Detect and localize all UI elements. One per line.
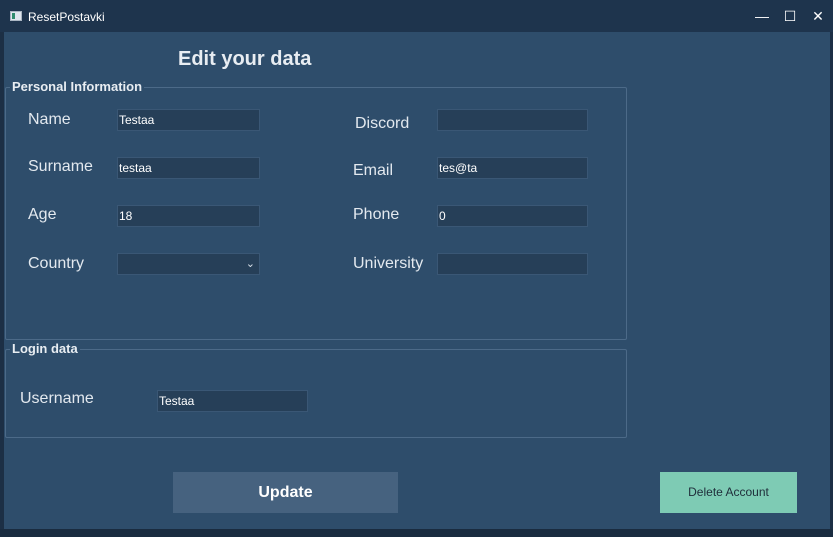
name-input[interactable]: Testaa [117, 109, 260, 131]
update-button[interactable]: Update [173, 472, 398, 513]
username-label: Username [20, 390, 94, 407]
minimize-button[interactable]: — [750, 6, 774, 26]
discord-input[interactable] [437, 109, 588, 131]
maximize-button[interactable]: ☐ [778, 6, 802, 26]
name-label: Name [28, 111, 71, 128]
title-bar: ResetPostavki — ☐ ✕ [0, 0, 833, 32]
page-title: Edit your data [178, 48, 312, 70]
university-label: University [353, 255, 424, 272]
country-label: Country [28, 255, 85, 272]
discord-label: Discord [355, 115, 410, 132]
surname-label: Surname [28, 158, 93, 175]
chevron-down-icon: ⌄ [245, 258, 255, 270]
surname-input[interactable]: testaa [117, 157, 260, 179]
background-strip [0, 529, 833, 537]
login-data-title: Login data [10, 341, 80, 356]
delete-account-button[interactable]: Delete Account [660, 472, 797, 513]
email-label: Email [353, 162, 394, 179]
email-input[interactable]: tes@ta [437, 157, 588, 179]
phone-label: Phone [353, 206, 400, 223]
window-title: ResetPostavki [28, 10, 105, 24]
main-window: Edit your data Personal Information Name… [4, 32, 830, 529]
close-button[interactable]: ✕ [806, 6, 830, 26]
phone-input[interactable]: 0 [437, 205, 588, 227]
age-label: Age [28, 206, 57, 223]
login-data-group [5, 349, 627, 438]
personal-info-title: Personal Information [10, 79, 145, 94]
age-input[interactable]: 18 [117, 205, 260, 227]
university-input[interactable] [437, 253, 588, 275]
username-input[interactable]: Testaa [157, 390, 308, 412]
app-icon [10, 11, 22, 21]
country-select[interactable]: ⌄ [117, 253, 260, 275]
